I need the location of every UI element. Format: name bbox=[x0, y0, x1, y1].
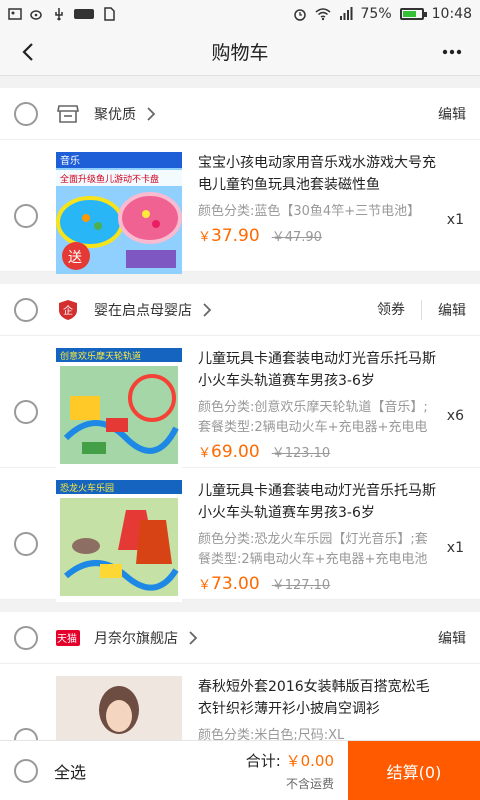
shop-select-radio[interactable] bbox=[14, 297, 38, 322]
tmall-icon: 天猫 bbox=[56, 626, 80, 650]
shop-name[interactable]: 月奈尔旗舰店 bbox=[94, 628, 178, 648]
product-price: ￥69.00 bbox=[198, 442, 260, 462]
status-bar: 75% 10:48 bbox=[0, 0, 480, 28]
back-button[interactable] bbox=[0, 28, 56, 76]
item-quantity: x1 bbox=[446, 540, 464, 556]
page-title: 购物车 bbox=[211, 42, 269, 64]
product-title[interactable]: 儿童玩具卡通套装电动灯光音乐托马斯小火车头轨道赛车男孩3-6岁 bbox=[198, 480, 440, 524]
weibo-icon bbox=[30, 10, 42, 20]
more-dots-icon bbox=[442, 49, 462, 54]
product-price: ￥37.90 bbox=[198, 226, 260, 246]
original-price: ￥123.10 bbox=[271, 446, 331, 461]
thumb-text: 创意欢乐摩天轮轨道 bbox=[60, 350, 141, 362]
thumb-text: 送 bbox=[68, 250, 82, 266]
cart-item[interactable]: 音乐 全面升级鱼儿游动不卡盘 送 宝宝小孩电动家用音乐戏水游戏大号充电儿童钓鱼玩… bbox=[0, 140, 480, 274]
product-spec[interactable]: 颜色分类:蓝色【30鱼4竿+三节电池】 bbox=[198, 202, 440, 222]
chevron-right-icon bbox=[189, 630, 198, 645]
sim-icon bbox=[104, 7, 115, 21]
usb-icon bbox=[55, 8, 63, 21]
shipping-note: 不含运费 bbox=[285, 776, 334, 791]
product-spec[interactable]: 颜色分类:创意欢乐摩天轮轨道【音乐】;套餐类型:2辆电动火车+充电器+充电电池 bbox=[198, 398, 440, 438]
back-arrow-icon bbox=[22, 42, 33, 61]
item-select-radio[interactable] bbox=[14, 204, 38, 228]
shop-group: 企 婴在启点母婴店 领券 编辑 创意欢乐摩天轮轨道 儿童玩具卡通套装电动灯光音乐… bbox=[0, 284, 480, 602]
select-all-label[interactable]: 全选 bbox=[54, 759, 86, 783]
original-price: ￥127.10 bbox=[271, 578, 331, 593]
more-button[interactable] bbox=[424, 28, 480, 76]
original-price: ￥47.90 bbox=[271, 230, 322, 245]
cart-list[interactable]: 聚优质 编辑 音乐 全面升级鱼儿游动不卡盘 送 宝宝小孩电动家用音乐戏水游戏大号… bbox=[0, 88, 480, 740]
edit-button[interactable]: 编辑 bbox=[438, 628, 466, 648]
product-title[interactable]: 儿童玩具卡通套装电动灯光音乐托马斯小火车头轨道赛车男孩3-6岁 bbox=[198, 348, 440, 392]
app-notification-icon bbox=[74, 9, 94, 19]
shop-header: 聚优质 编辑 bbox=[0, 88, 480, 140]
item-quantity: x1 bbox=[446, 212, 464, 228]
tmall-badge-text: 天猫 bbox=[57, 632, 77, 645]
checkout-bar: 全选 合计: ￥0.00 不含运费 结算(0) bbox=[0, 740, 480, 800]
checkout-button[interactable]: 结算(0) bbox=[348, 740, 480, 800]
cart-item[interactable]: 创意欢乐摩天轮轨道 儿童玩具卡通套装电动灯光音乐托马斯小火车头轨道赛车男孩3-6… bbox=[0, 336, 480, 470]
item-quantity: x6 bbox=[446, 408, 464, 424]
store-icon bbox=[56, 102, 80, 126]
thumb-text: 全面升级鱼儿游动不卡盘 bbox=[60, 173, 159, 185]
product-title[interactable]: 春秋短外套2016女装韩版百搭宽松毛衣针织衫薄开衫小披肩空调衫 bbox=[198, 676, 440, 720]
product-spec[interactable]: 颜色分类:米白色;尺码:XL bbox=[198, 726, 440, 740]
cart-item[interactable]: 春秋短外套2016女装韩版百搭宽松毛衣针织衫薄开衫小披肩空调衫 颜色分类:米白色… bbox=[0, 664, 480, 740]
item-select-radio[interactable] bbox=[14, 728, 38, 740]
edit-button[interactable]: 编辑 bbox=[438, 104, 466, 124]
product-image[interactable]: 恐龙火车乐园 bbox=[56, 480, 182, 602]
shop-select-radio[interactable] bbox=[14, 101, 38, 126]
shop-group: 聚优质 编辑 音乐 全面升级鱼儿游动不卡盘 送 宝宝小孩电动家用音乐戏水游戏大号… bbox=[0, 88, 480, 274]
coupon-button[interactable]: 领券 bbox=[377, 299, 422, 320]
wifi-icon bbox=[315, 8, 331, 21]
shop-header: 企 婴在启点母婴店 领券 编辑 bbox=[0, 284, 480, 336]
shop-badge-icon: 企 bbox=[56, 298, 80, 322]
clock: 10:48 bbox=[431, 6, 472, 22]
svg-text:企: 企 bbox=[63, 304, 73, 317]
shop-header: 天猫 月奈尔旗舰店 编辑 bbox=[0, 612, 480, 664]
product-image[interactable]: 音乐 全面升级鱼儿游动不卡盘 送 bbox=[56, 152, 182, 274]
product-price: ￥73.00 bbox=[198, 574, 260, 594]
chevron-right-icon bbox=[147, 106, 156, 121]
chevron-right-icon bbox=[203, 302, 212, 317]
item-select-radio[interactable] bbox=[14, 532, 38, 556]
item-select-radio[interactable] bbox=[14, 400, 38, 424]
thumb-text: 恐龙火车乐园 bbox=[60, 482, 114, 494]
total-amount: ￥0.00 bbox=[285, 751, 334, 770]
shop-name[interactable]: 婴在启点母婴店 bbox=[94, 300, 192, 320]
thumb-text: 音乐 bbox=[60, 154, 80, 167]
signal-icon bbox=[339, 7, 353, 20]
shop-name[interactable]: 聚优质 bbox=[94, 104, 136, 124]
image-notification-icon bbox=[8, 8, 22, 20]
shop-select-radio[interactable] bbox=[14, 625, 38, 650]
product-title[interactable]: 宝宝小孩电动家用音乐戏水游戏大号充电儿童钓鱼玩具池套装磁性鱼 bbox=[198, 152, 440, 196]
edit-button[interactable]: 编辑 bbox=[438, 300, 466, 320]
alarm-icon bbox=[293, 9, 306, 21]
nav-bar: 购物车 bbox=[0, 28, 480, 76]
total-label: 合计: bbox=[245, 751, 281, 770]
product-spec[interactable]: 颜色分类:恐龙火车乐园【灯光音乐】;套餐类型:2辆电动火车+充电器+充电电池 bbox=[198, 530, 440, 570]
product-image[interactable]: 创意欢乐摩天轮轨道 bbox=[56, 348, 182, 470]
battery-percent: 75% bbox=[360, 6, 392, 22]
product-image[interactable] bbox=[56, 676, 182, 740]
select-all-radio[interactable] bbox=[14, 758, 38, 783]
cart-item[interactable]: 恐龙火车乐园 儿童玩具卡通套装电动灯光音乐托马斯小火车头轨道赛车男孩3-6岁 颜… bbox=[0, 468, 480, 602]
shop-group: 天猫 月奈尔旗舰店 编辑 春秋短外套2016女装韩版百搭宽松毛衣针织衫薄开衫小披… bbox=[0, 612, 480, 740]
battery-icon bbox=[399, 8, 427, 20]
